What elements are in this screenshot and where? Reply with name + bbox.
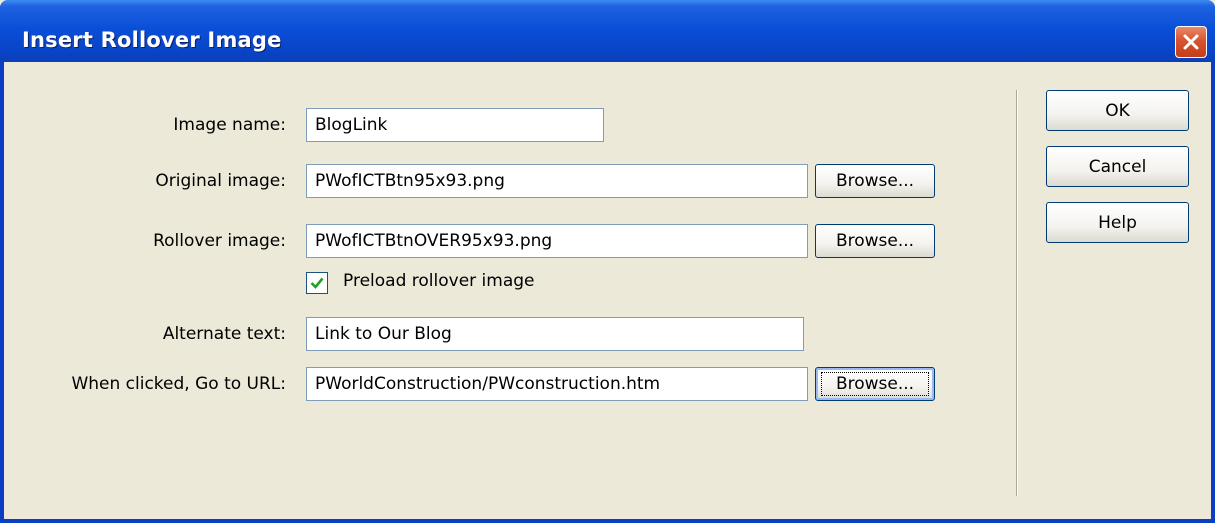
url-label: When clicked, Go to URL: bbox=[71, 374, 286, 394]
help-button[interactable]: Help bbox=[1046, 202, 1189, 243]
dialog-title: Insert Rollover Image bbox=[22, 28, 282, 52]
cancel-button[interactable]: Cancel bbox=[1046, 146, 1189, 187]
rollover-image-label: Rollover image: bbox=[153, 231, 286, 251]
title-bar[interactable]: Insert Rollover Image bbox=[0, 0, 1215, 62]
image-name-label: Image name: bbox=[173, 115, 286, 135]
original-image-browse-button[interactable]: Browse... bbox=[815, 164, 935, 198]
alternate-text-input[interactable] bbox=[306, 317, 804, 351]
original-image-label: Original image: bbox=[155, 171, 286, 191]
vertical-divider bbox=[1016, 90, 1018, 496]
preload-checkbox[interactable] bbox=[306, 272, 328, 294]
checkmark-icon bbox=[310, 277, 324, 289]
rollover-image-browse-button[interactable]: Browse... bbox=[815, 224, 935, 258]
close-button[interactable] bbox=[1175, 26, 1207, 58]
insert-rollover-image-dialog: Insert Rollover Image Image name: Origin… bbox=[0, 0, 1215, 523]
rollover-image-input[interactable] bbox=[306, 224, 808, 258]
preload-label[interactable]: Preload rollover image bbox=[343, 271, 535, 291]
url-input[interactable] bbox=[306, 367, 808, 401]
original-image-input[interactable] bbox=[306, 164, 808, 198]
dialog-body: Image name: Original image: Browse... Ro… bbox=[4, 62, 1211, 519]
image-name-input[interactable] bbox=[306, 108, 604, 142]
focus-ring bbox=[821, 372, 929, 396]
close-icon bbox=[1183, 34, 1199, 50]
ok-button[interactable]: OK bbox=[1046, 90, 1189, 131]
url-browse-button[interactable]: Browse... bbox=[815, 367, 935, 401]
alternate-text-label: Alternate text: bbox=[162, 324, 286, 344]
